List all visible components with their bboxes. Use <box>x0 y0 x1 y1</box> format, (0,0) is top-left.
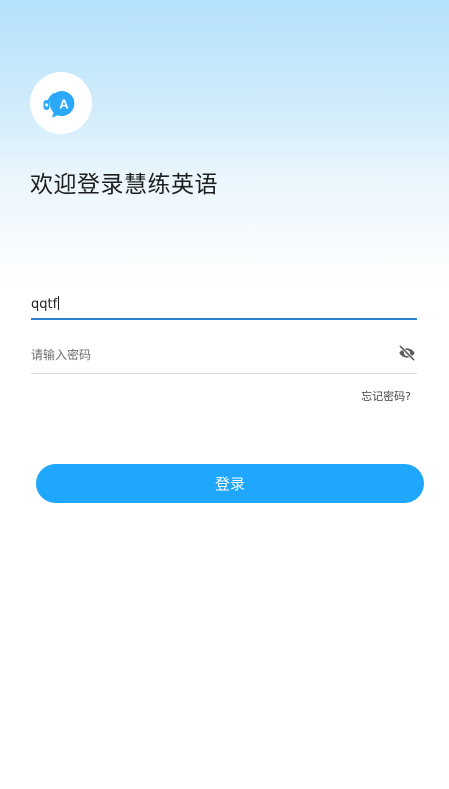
username-input[interactable]: qqtf <box>31 290 417 320</box>
logo-letter: A <box>59 97 69 112</box>
password-placeholder: 请输入密码 <box>31 348 92 362</box>
text-caret <box>58 296 60 310</box>
eye-off-icon[interactable] <box>397 343 417 363</box>
header-background <box>0 0 449 290</box>
headset-speech-bubble-icon: A <box>43 91 75 118</box>
app-logo: A <box>30 72 92 134</box>
forgot-password-link[interactable]: 忘记密码? <box>361 388 411 404</box>
username-text: qqtf <box>31 297 58 312</box>
username-value: qqtf <box>31 296 60 312</box>
login-button[interactable]: 登录 <box>36 464 424 503</box>
password-input[interactable]: 请输入密码 <box>31 340 417 374</box>
welcome-title: 欢迎登录慧练英语 <box>30 172 218 198</box>
